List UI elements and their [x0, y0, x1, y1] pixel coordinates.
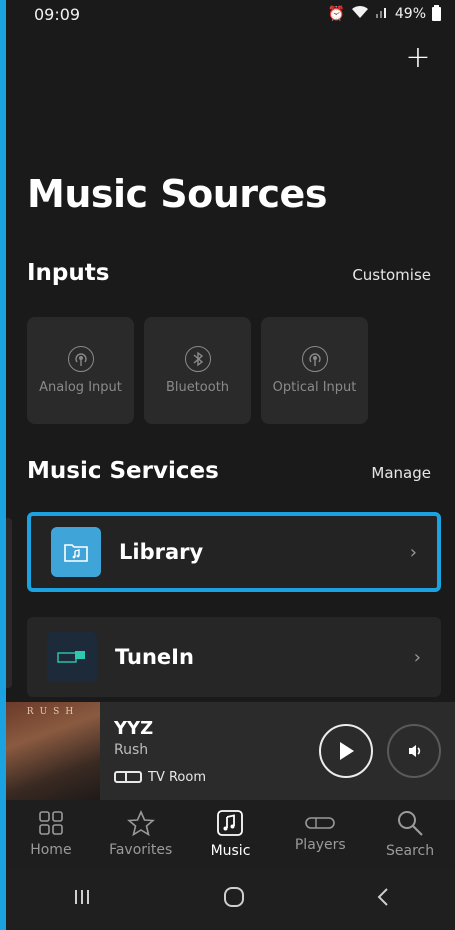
- play-button[interactable]: [319, 724, 373, 778]
- back-icon: [377, 888, 388, 906]
- input-tile-bluetooth[interactable]: Bluetooth: [144, 317, 251, 424]
- antenna-icon: [301, 346, 328, 372]
- chevron-right-icon: ›: [409, 541, 417, 563]
- music-note-icon: [217, 810, 244, 836]
- status-icons: ⏰ 49%: [327, 5, 441, 23]
- volume-button[interactable]: [387, 724, 441, 778]
- services-heading: Music Services: [27, 458, 219, 484]
- input-tile-analog[interactable]: Analog Input: [27, 317, 134, 424]
- tab-favorites[interactable]: Favorites: [96, 800, 186, 868]
- room-name: TV Room: [148, 769, 206, 785]
- tunein-logo: [47, 632, 97, 682]
- inputs-header: Inputs Customise: [27, 260, 431, 286]
- home-button[interactable]: [223, 886, 245, 912]
- tab-search[interactable]: Search: [365, 800, 455, 868]
- input-label: Analog Input: [39, 380, 122, 395]
- album-art-text: RUSH: [26, 707, 80, 717]
- tab-label: Players: [294, 837, 346, 853]
- status-time: 09:09: [34, 4, 81, 24]
- battery-percent: 49%: [394, 6, 426, 22]
- inputs-list: Analog Input Bluetooth Optical Input: [27, 317, 368, 424]
- recent-apps-button[interactable]: [72, 888, 92, 910]
- input-label: Optical Input: [272, 380, 357, 395]
- room-indicator[interactable]: TV Room: [114, 770, 319, 785]
- back-button[interactable]: [376, 887, 390, 911]
- tab-players[interactable]: Players: [275, 800, 365, 868]
- speaker-icon: [114, 771, 142, 783]
- status-bar: 09:09 ⏰ 49%: [6, 0, 455, 28]
- input-tile-optical[interactable]: Optical Input: [261, 317, 368, 424]
- system-nav-bar: [6, 868, 455, 930]
- tab-home[interactable]: Home: [6, 800, 96, 868]
- play-icon: [340, 742, 354, 760]
- speaker-icon: [305, 817, 336, 829]
- battery-icon: [432, 5, 441, 21]
- bottom-tab-bar: Home Favorites Music Players Search: [6, 800, 455, 868]
- tab-music[interactable]: Music: [186, 800, 276, 868]
- home-circle-icon: [223, 887, 244, 907]
- track-title: YYZ: [114, 717, 154, 739]
- service-name: TuneIn: [115, 645, 194, 669]
- page-title: Music Sources: [27, 172, 327, 216]
- tab-label: Home: [30, 842, 72, 858]
- services-header: Music Services Manage: [27, 458, 431, 484]
- home-grid-icon: [39, 811, 63, 835]
- bluetooth-icon: [184, 346, 211, 372]
- manage-link[interactable]: Manage: [371, 464, 431, 482]
- signal-icon: [375, 5, 389, 23]
- volume-icon: [409, 745, 421, 757]
- input-label: Bluetooth: [165, 380, 230, 395]
- tab-label: Music: [210, 843, 251, 859]
- service-row-library[interactable]: Library ›: [27, 512, 441, 592]
- now-playing-bar[interactable]: RUSH YYZ Rush TV Room: [6, 702, 455, 800]
- customise-link[interactable]: Customise: [352, 266, 431, 284]
- antenna-icon: [67, 346, 94, 372]
- tab-label: Favorites: [109, 842, 173, 858]
- chevron-right-icon: ›: [413, 646, 421, 668]
- star-icon: [126, 810, 155, 836]
- inputs-heading: Inputs: [27, 260, 110, 286]
- album-art[interactable]: RUSH: [6, 702, 100, 800]
- recent-apps-icon: [74, 890, 89, 904]
- add-icon[interactable]: +: [403, 43, 433, 74]
- now-playing-info[interactable]: YYZ Rush TV Room: [100, 718, 319, 785]
- music-folder-icon: [51, 527, 101, 577]
- tab-label: Search: [386, 843, 435, 859]
- service-row-tunein[interactable]: TuneIn ›: [27, 617, 441, 697]
- alarm-icon: ⏰: [327, 6, 345, 22]
- edge-panel-handle[interactable]: [6, 518, 12, 688]
- service-name: Library: [119, 540, 204, 564]
- wifi-icon: [351, 5, 369, 23]
- track-artist: Rush: [114, 741, 149, 758]
- search-icon: [398, 811, 423, 836]
